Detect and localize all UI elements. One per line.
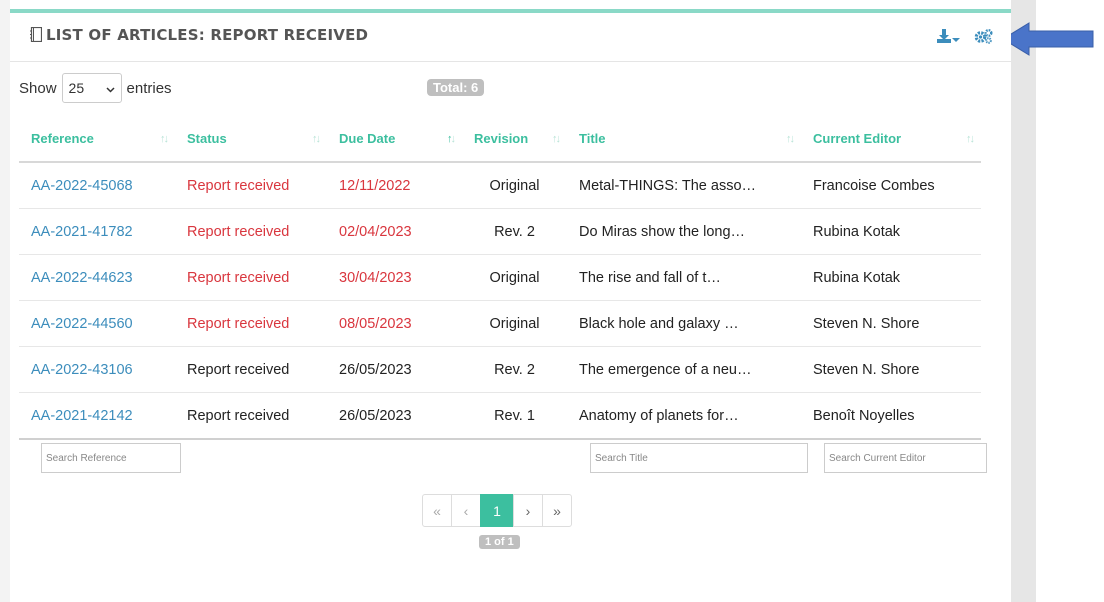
status-cell: Report received xyxy=(175,300,327,347)
download-menu-button[interactable] xyxy=(936,28,960,49)
table-body: AA-2022-45068 Report received 12/11/2022… xyxy=(19,162,981,440)
annotation-arrow-icon xyxy=(1003,22,1094,56)
panel-tools xyxy=(936,28,993,49)
sort-icon: ↑↓ xyxy=(552,133,561,145)
search-reference-placeholder: Search Reference xyxy=(46,452,127,464)
column-label: Status xyxy=(187,130,227,146)
editor-cell: Steven N. Shore xyxy=(801,300,981,347)
status-cell: Report received xyxy=(175,392,327,440)
table-row: AA-2022-44623 Report received 30/04/2023… xyxy=(19,254,981,301)
length-suffix: entries xyxy=(126,79,172,97)
panel-header: LIST OF ARTICLES: REPORT RECEIVED xyxy=(10,13,1011,62)
panel-title: LIST OF ARTICLES: REPORT RECEIVED xyxy=(30,26,368,46)
chevron-down-icon xyxy=(106,80,115,96)
sort-icon: ↑↓ xyxy=(966,133,975,145)
status-cell: Report received xyxy=(175,162,327,209)
due-date-cell: 26/05/2023 xyxy=(327,392,462,440)
title-cell: Anatomy of planets for… xyxy=(567,392,801,440)
column-header-title[interactable]: Title ↑↓ xyxy=(567,115,801,163)
title-cell: Metal-THINGS: The asso… xyxy=(567,162,801,209)
column-header-revision[interactable]: Revision ↑↓ xyxy=(462,115,567,163)
download-icon xyxy=(936,28,952,49)
table-row: AA-2022-44560 Report received 08/05/2023… xyxy=(19,300,981,347)
sort-icon: ↑↓ xyxy=(312,133,321,145)
column-label: Current Editor xyxy=(813,130,902,146)
revision-cell: Original xyxy=(462,162,567,209)
status-cell: Report received xyxy=(175,254,327,301)
sort-icon: ↑↓ xyxy=(786,133,795,145)
reference-link[interactable]: AA-2022-43106 xyxy=(31,362,133,378)
editor-cell: Rubina Kotak xyxy=(801,208,981,255)
editor-cell: Francoise Combes xyxy=(801,162,981,209)
column-label: Title xyxy=(579,130,606,146)
previous-page-button[interactable]: ‹ xyxy=(451,494,481,527)
reference-link[interactable]: AA-2022-45068 xyxy=(31,178,133,194)
editor-cell: Steven N. Shore xyxy=(801,346,981,393)
column-header-reference[interactable]: Reference ↑↓ xyxy=(19,115,175,163)
revision-cell: Original xyxy=(462,254,567,301)
reference-link[interactable]: AA-2021-42142 xyxy=(31,408,133,424)
caret-down-icon xyxy=(952,30,960,48)
due-date-cell: 26/05/2023 xyxy=(327,346,462,393)
status-cell: Report received xyxy=(175,346,327,393)
page-length-control: Show 25 entries xyxy=(19,73,172,103)
last-page-button[interactable]: » xyxy=(542,494,572,527)
page-length-value: 25 xyxy=(68,80,85,96)
revision-cell: Rev. 1 xyxy=(462,392,567,440)
left-page-strip xyxy=(0,0,10,602)
title-cell: The rise and fall of t… xyxy=(567,254,801,301)
sort-icon: ↑↓ xyxy=(160,133,169,145)
revision-cell: Rev. 2 xyxy=(462,208,567,255)
column-header-due-date[interactable]: Due Date ↑↓ xyxy=(327,115,462,163)
status-cell: Report received xyxy=(175,208,327,255)
reference-link[interactable]: AA-2021-41782 xyxy=(31,224,133,240)
reference-link[interactable]: AA-2022-44623 xyxy=(31,270,133,286)
notebook-icon xyxy=(30,26,43,46)
due-date-cell: 08/05/2023 xyxy=(327,300,462,347)
search-editor-placeholder: Search Current Editor xyxy=(829,452,926,464)
column-label: Due Date xyxy=(339,130,396,146)
revision-cell: Rev. 2 xyxy=(462,346,567,393)
table-row: AA-2022-45068 Report received 12/11/2022… xyxy=(19,162,981,209)
length-prefix: Show xyxy=(19,79,57,97)
editor-cell: Rubina Kotak xyxy=(801,254,981,301)
pagination: « ‹ 1 › » xyxy=(422,494,572,527)
right-gutter xyxy=(1011,0,1036,602)
page-length-select[interactable]: 25 xyxy=(61,73,122,103)
page-info-badge: 1 of 1 xyxy=(479,535,520,549)
column-label: Revision xyxy=(474,130,529,146)
reference-link[interactable]: AA-2022-44560 xyxy=(31,316,133,332)
first-page-button[interactable]: « xyxy=(422,494,452,527)
search-reference-input[interactable]: Search Reference xyxy=(41,443,181,473)
table-row: AA-2021-42142 Report received 26/05/2023… xyxy=(19,392,981,440)
revision-cell: Original xyxy=(462,300,567,347)
column-label: Reference xyxy=(31,130,94,146)
column-header-status[interactable]: Status ↑↓ xyxy=(175,115,327,163)
table-header-row: Reference ↑↓ Status ↑↓ Due Date ↑↓ Revision… xyxy=(19,115,981,163)
column-header-current-editor[interactable]: Current Editor ↑↓ xyxy=(801,115,981,163)
due-date-cell: 30/04/2023 xyxy=(327,254,462,301)
title-cell: Do Miras show the long… xyxy=(567,208,801,255)
search-title-placeholder: Search Title xyxy=(595,452,648,464)
due-date-cell: 02/04/2023 xyxy=(327,208,462,255)
title-cell: The emergence of a neu… xyxy=(567,346,801,393)
panel-title-text: LIST OF ARTICLES: REPORT RECEIVED xyxy=(46,26,369,44)
search-title-input[interactable]: Search Title xyxy=(590,443,808,473)
next-page-button[interactable]: › xyxy=(513,494,543,527)
sort-ascending-icon: ↑↓ xyxy=(447,133,456,145)
settings-button[interactable] xyxy=(974,28,993,49)
due-date-cell: 12/11/2022 xyxy=(327,162,462,209)
table-row: AA-2022-43106 Report received 26/05/2023… xyxy=(19,346,981,393)
editor-cell: Benoît Noyelles xyxy=(801,392,981,440)
articles-table: Reference ↑↓ Status ↑↓ Due Date ↑↓ Revision… xyxy=(19,115,981,440)
total-badge: Total: 6 xyxy=(427,79,485,96)
gears-icon xyxy=(974,28,993,49)
title-cell: Black hole and galaxy … xyxy=(567,300,801,347)
search-editor-input[interactable]: Search Current Editor xyxy=(824,443,987,473)
page-1-button[interactable]: 1 xyxy=(480,494,514,527)
table-row: AA-2021-41782 Report received 02/04/2023… xyxy=(19,208,981,255)
